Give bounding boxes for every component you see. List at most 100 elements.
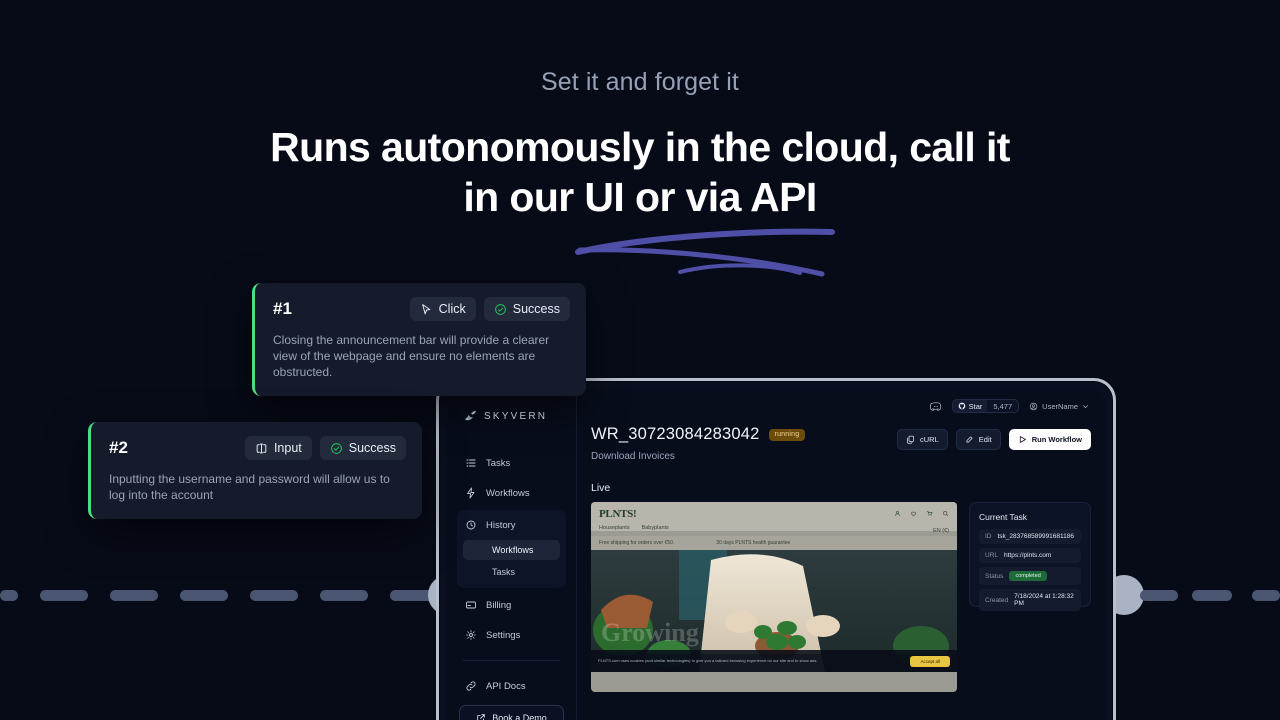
user-menu[interactable]: UserName — [1029, 402, 1089, 411]
sidebar-divider — [463, 660, 560, 661]
hero-eyebrow: Set it and forget it — [541, 68, 739, 96]
site-language-selector[interactable]: EN (€) — [933, 528, 949, 534]
play-icon — [1019, 436, 1026, 443]
sidebar-item-history[interactable]: History — [457, 512, 566, 538]
user-circle-icon — [1029, 402, 1038, 410]
cart-icon[interactable] — [926, 510, 933, 517]
github-icon — [958, 402, 965, 410]
book-a-demo-label: Book a Demo — [492, 713, 547, 720]
announcement-bar: Free shipping for orders over €50. 30 da… — [591, 536, 957, 550]
site-nav-item[interactable]: Babyplants — [642, 525, 669, 531]
pencil-square-icon — [966, 436, 973, 443]
step-card-1: #1 Click Success Closing the announcemen… — [252, 283, 586, 396]
link-icon — [466, 681, 476, 691]
search-icon[interactable] — [942, 510, 949, 517]
accept-cookies-button[interactable]: Accept all — [910, 655, 950, 667]
task-row: Status completed — [979, 567, 1081, 585]
brand-text: SKYVERN — [484, 411, 548, 422]
skyvern-bird-icon — [464, 410, 477, 421]
sidebar-item-label: History — [486, 519, 516, 531]
task-key: ID — [985, 533, 992, 540]
step-status-label: Success — [512, 302, 560, 316]
edit-label: Edit — [978, 435, 992, 444]
step-header: #2 Input Success — [109, 436, 406, 460]
sidebar-item-label: Tasks — [486, 457, 511, 469]
app-screen: SKYVERN Tasks Workflows History Workflow… — [447, 389, 1105, 720]
site-hero-word: Growing — [601, 618, 699, 647]
task-key: URL — [985, 552, 999, 559]
step-action-pill: Input — [244, 436, 312, 460]
page-title: Runs autonomously in the cloud, call it … — [0, 122, 1280, 222]
gear-icon — [466, 630, 476, 640]
step-action-pill: Click — [409, 297, 476, 321]
page-root: Set it and forget it Runs autonomously i… — [0, 0, 1280, 720]
task-key: Status — [985, 572, 1004, 580]
card-icon — [466, 601, 476, 609]
app-sidebar: SKYVERN Tasks Workflows History Workflow… — [447, 389, 577, 720]
task-value: tsk_283768589991681186 — [997, 533, 1075, 540]
sidebar-item-tasks[interactable]: Tasks — [457, 450, 566, 476]
site-hero-photo: Growing PLNTS.com uses cookies (and simi… — [591, 550, 957, 672]
step-header: #1 Click Success — [273, 297, 570, 321]
step-number: #1 — [273, 299, 292, 318]
discord-icon[interactable] — [929, 400, 942, 412]
user-icon[interactable] — [894, 510, 901, 517]
step-status-pill: Success — [483, 297, 570, 321]
task-row: Created 7/18/2024 at 1:28:32 PM — [979, 589, 1081, 611]
cookie-banner: PLNTS.com uses cookies (and similar tech… — [591, 650, 957, 672]
sidebar-item-settings[interactable]: Settings — [457, 622, 566, 648]
laptop-frame: SKYVERN Tasks Workflows History Workflow… — [436, 378, 1116, 720]
task-row: URL https://plnts.com — [979, 548, 1081, 563]
step-description: Inputting the username and password will… — [109, 472, 390, 502]
current-task-card: Current Task ID tsk_283768589991681186 U… — [969, 502, 1091, 611]
sidebar-item-api-docs[interactable]: API Docs — [457, 673, 566, 699]
workflow-actions: cURL Edit Run Workflow — [897, 429, 1091, 450]
sidebar-subitem-workflows[interactable]: Workflows — [463, 540, 560, 560]
task-row: ID tsk_283768589991681186 — [979, 529, 1081, 544]
site-nav-item[interactable]: Houseplants — [599, 525, 630, 531]
star-label: Star — [968, 401, 983, 411]
sidebar-item-label: Settings — [486, 629, 521, 641]
workflow-subtitle: Download Invoices — [591, 451, 675, 462]
step-action-label: Input — [273, 441, 302, 455]
status-badge: running — [768, 428, 806, 441]
check-circle-icon — [330, 442, 343, 455]
check-circle-icon — [494, 303, 507, 316]
site-header: PLNTS! Houseplants Babyplants EN (€) — [591, 502, 957, 534]
current-task-title: Current Task — [979, 512, 1028, 522]
run-workflow-label: Run Workflow — [1031, 435, 1082, 444]
clock-history-icon — [466, 520, 476, 530]
step-status-label: Success — [348, 441, 396, 455]
step-status-pill: Success — [319, 436, 406, 460]
sidebar-item-workflows[interactable]: Workflows — [457, 480, 566, 506]
book-a-demo-button[interactable]: Book a Demo — [459, 705, 564, 720]
task-status-chip: completed — [1009, 571, 1047, 581]
sidebar-group-history: History Workflows Tasks — [457, 510, 566, 588]
step-pills: Input Success — [244, 436, 406, 460]
browser-preview[interactable]: PLNTS! Houseplants Babyplants EN (€) Fre… — [591, 502, 957, 692]
chevron-down-icon — [1083, 404, 1088, 408]
live-area: PLNTS! Houseplants Babyplants EN (€) Fre… — [591, 502, 1091, 692]
sidebar-subitem-tasks[interactable]: Tasks — [463, 562, 560, 582]
heart-icon[interactable] — [910, 510, 917, 517]
sidebar-item-billing[interactable]: Billing — [457, 592, 566, 618]
lightning-icon — [467, 487, 475, 499]
step-card-2: #2 Input Success Inputting the username … — [88, 422, 422, 519]
run-workflow-button[interactable]: Run Workflow — [1008, 429, 1091, 450]
text-cursor-icon — [255, 442, 268, 455]
cursor-arrow-icon — [420, 303, 433, 316]
sidebar-item-label: API Docs — [486, 680, 526, 692]
step-number: #2 — [109, 438, 128, 457]
github-star-button[interactable]: Star 5,477 — [951, 399, 1020, 413]
sidebar-item-label: Billing — [486, 599, 512, 611]
curl-label: cURL — [920, 435, 939, 444]
brand-logo: SKYVERN — [463, 409, 566, 424]
step-pills: Click Success — [409, 297, 570, 321]
app-main: Star 5,477 UserName WR_30723084283042 ru… — [577, 389, 1105, 720]
curl-button[interactable]: cURL — [897, 429, 948, 450]
task-value: 7/18/2024 at 1:28:32 PM — [1014, 593, 1074, 607]
announcement-text: 30 days PLNTS health guarantee — [716, 540, 791, 546]
edit-button[interactable]: Edit — [955, 429, 1001, 450]
headline-line-1: Runs autonomously in the cloud, call it — [270, 124, 1010, 170]
task-value: https://plnts.com — [1004, 552, 1052, 559]
